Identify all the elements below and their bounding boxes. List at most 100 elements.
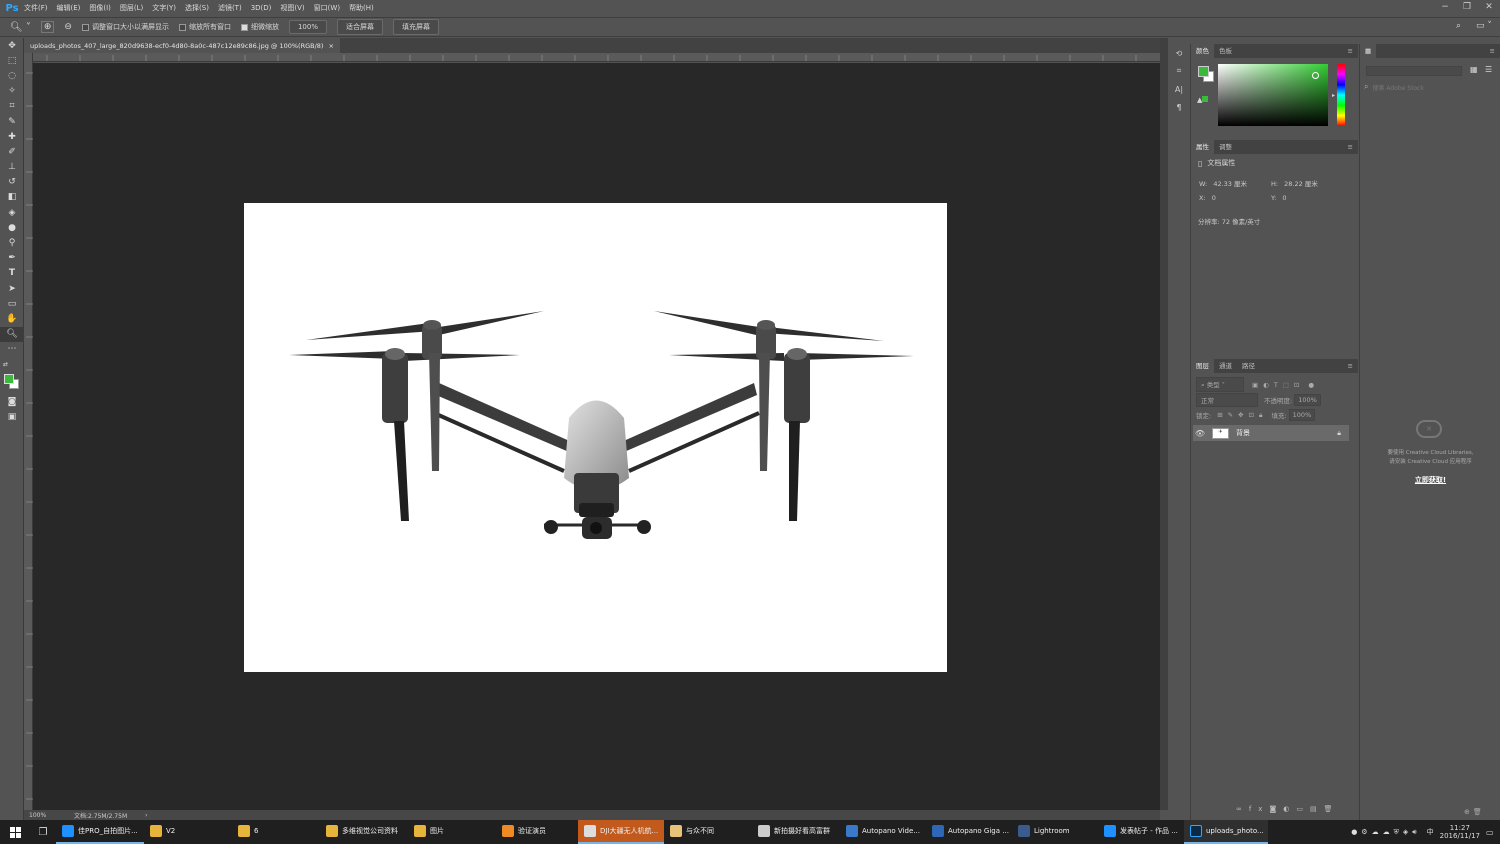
taskbar-item-dji[interactable]: DJI大疆无人机航... [578, 820, 664, 844]
menu-edit[interactable]: 编辑(E) [57, 3, 81, 13]
character-panel-icon[interactable]: A| [1168, 80, 1190, 98]
brush-tool-icon[interactable]: ✐ [0, 144, 24, 159]
brush-settings-icon[interactable]: ⌗ [1168, 62, 1190, 80]
task-view-icon[interactable]: ❐ [30, 827, 56, 838]
taskbar-item-pictures[interactable]: 图片 [408, 820, 496, 844]
menu-help[interactable]: 帮助(H) [349, 3, 374, 13]
history-brush-tool-icon[interactable]: ↺ [0, 175, 24, 190]
hand-tool-icon[interactable]: ✋ [0, 311, 24, 326]
status-menu-icon[interactable]: › [145, 812, 147, 819]
menu-image[interactable]: 图像(I) [89, 3, 111, 13]
library-select[interactable] [1366, 66, 1462, 76]
taskbar-item-autopano-video[interactable]: Autopano Vide... [840, 820, 926, 844]
tab-color[interactable]: 颜色 [1191, 44, 1214, 58]
close-tab-icon[interactable]: × [328, 42, 333, 50]
pen-tool-icon[interactable]: ✒ [0, 251, 24, 266]
filter-toggle-icon[interactable]: ● [1308, 381, 1314, 389]
fg-color-chip[interactable] [1198, 66, 1209, 77]
taskbar-item-autopano-giga[interactable]: Autopano Giga ... [926, 820, 1012, 844]
zoom-all-checkbox[interactable]: 缩放所有窗口 [178, 22, 231, 32]
panel-menu-icon[interactable]: ≡ [1343, 44, 1358, 58]
document-tab[interactable]: uploads_photos_407_large_820d9638-ecf0-4… [24, 38, 340, 53]
libraries-menu-icon[interactable]: ≡ [1485, 44, 1500, 58]
tab-layers[interactable]: 图层 [1191, 359, 1214, 373]
taskbar-item-v2[interactable]: V2 [144, 820, 232, 844]
dodge-tool-icon[interactable]: ⚲ [0, 235, 24, 250]
y-value[interactable]: 0 [1282, 194, 1286, 202]
blur-tool-icon[interactable]: ● [0, 220, 24, 235]
filter-icons[interactable]: ▣◐T⬚⊡ [1252, 381, 1304, 389]
layer-name[interactable]: 背景 [1236, 428, 1250, 438]
search-icon[interactable]: ⌕ [1456, 21, 1461, 31]
notification-icon[interactable]: ▭ [1486, 828, 1500, 837]
taskbar-item-actors[interactable]: 验证演员 [496, 820, 578, 844]
stock-search-input[interactable]: 搜索 Adobe Stock [1372, 83, 1423, 92]
fill-screen-button[interactable]: 填充屏幕 [392, 19, 439, 35]
menu-select[interactable]: 选择(S) [185, 3, 209, 13]
ime-indicator[interactable]: 中 [1427, 827, 1434, 837]
type-tool-icon[interactable]: T [0, 266, 24, 281]
zoom-value-field[interactable]: 100% [288, 20, 327, 34]
lasso-tool-icon[interactable]: ◌ [0, 68, 24, 83]
eyedropper-tool-icon[interactable]: ✎ [0, 114, 24, 129]
taskbar-item-lightroom[interactable]: Lightroom [1012, 820, 1098, 844]
taskbar-item-new-shoot[interactable]: 新拍摄好看高富群 [752, 820, 840, 844]
start-button[interactable] [0, 820, 30, 844]
tab-libraries[interactable]: ▦ [1360, 44, 1377, 58]
fit-screen-button[interactable]: 适合屏幕 [336, 19, 383, 35]
x-value[interactable]: 0 [1212, 194, 1216, 202]
tab-adjustments[interactable]: 调整 [1214, 140, 1237, 154]
lock-icons[interactable]: ⊞✎✥⊡🔒︎ [1217, 411, 1267, 420]
menu-type[interactable]: 文字(Y) [152, 3, 176, 13]
taskbar-item-forum-post[interactable]: 发表帖子 - 作品 ... [1098, 820, 1184, 844]
fill-value[interactable]: 100% [1288, 409, 1316, 421]
screen-mode-icon[interactable]: ▣ [0, 409, 24, 424]
move-tool-icon[interactable]: ✥ [0, 38, 24, 53]
close-icon[interactable]: ✕ [1478, 0, 1500, 14]
restore-icon[interactable]: ❐ [1456, 0, 1478, 14]
tab-paths[interactable]: 路径 [1237, 359, 1260, 373]
height-value[interactable]: 28.22 厘米 [1284, 180, 1318, 188]
paint-bucket-tool-icon[interactable]: ◈ [0, 205, 24, 220]
zoom-in-icon[interactable]: ⊕ [40, 21, 55, 33]
tab-properties[interactable]: 属性 [1191, 140, 1214, 154]
tab-swatches[interactable]: 色板 [1214, 44, 1237, 58]
properties-menu-icon[interactable]: ≡ [1343, 140, 1358, 154]
marquee-tool-icon[interactable]: ⬚ [0, 53, 24, 68]
layer-filter-kind[interactable]: ⌕ 类型 ˅ [1196, 377, 1244, 392]
document-size-readout[interactable]: 文档:2.75M/2.75M [74, 811, 127, 820]
clone-stamp-tool-icon[interactable]: ⊥ [0, 160, 24, 175]
workspace-icon[interactable]: ▭ ˅ [1476, 21, 1492, 31]
list-view-icon[interactable]: ☰ [1485, 65, 1492, 74]
foreground-color-swatch[interactable] [4, 374, 14, 385]
zoom-level-readout[interactable]: 100% [24, 812, 74, 819]
get-it-now-link[interactable]: 立即获取! [1360, 475, 1500, 485]
hue-slider[interactable] [1337, 64, 1345, 126]
menu-view[interactable]: 视图(V) [280, 3, 304, 13]
menu-layer[interactable]: 图层(L) [120, 3, 143, 13]
zoom-tool-icon[interactable]: 🔍︎ [0, 326, 24, 342]
taskbar-item-ie-zipro[interactable]: 佳PRO_自拍图片... [56, 820, 144, 844]
taskbar-item-photoshop[interactable]: uploads_photo... [1184, 820, 1268, 844]
healing-brush-tool-icon[interactable]: ✚ [0, 129, 24, 144]
history-panel-icon[interactable]: ⟲ [1168, 44, 1190, 62]
visibility-eye-icon[interactable]: 👁︎ [1193, 429, 1207, 438]
swap-colors-icon[interactable]: ⇄ [0, 357, 24, 372]
menu-window[interactable]: 窗口(W) [314, 3, 340, 13]
rectangle-tool-icon[interactable]: ▭ [0, 296, 24, 311]
width-value[interactable]: 42.33 厘米 [1213, 180, 1247, 188]
tab-channels[interactable]: 通道 [1214, 359, 1237, 373]
magic-wand-tool-icon[interactable]: ✧ [0, 84, 24, 99]
grid-view-icon[interactable]: ▦ [1470, 65, 1478, 74]
paragraph-panel-icon[interactable]: ¶ [1168, 98, 1190, 116]
taskbar-item-unique[interactable]: 与众不同 [664, 820, 752, 844]
layers-menu-icon[interactable]: ≡ [1343, 359, 1358, 373]
scrubby-zoom-checkbox[interactable]: 细微缩放 [240, 22, 279, 32]
zoom-out-icon[interactable]: ⊖ [64, 22, 72, 32]
taskbar-item-company-files[interactable]: 多维视觉公司资料 [320, 820, 408, 844]
menu-file[interactable]: 文件(F) [24, 3, 48, 13]
resize-windows-checkbox[interactable]: 调整窗口大小以满屏显示 [81, 22, 169, 32]
crop-tool-icon[interactable]: ⌗ [0, 99, 24, 114]
opacity-value[interactable]: 100% [1294, 394, 1321, 406]
color-field[interactable] [1218, 64, 1328, 126]
